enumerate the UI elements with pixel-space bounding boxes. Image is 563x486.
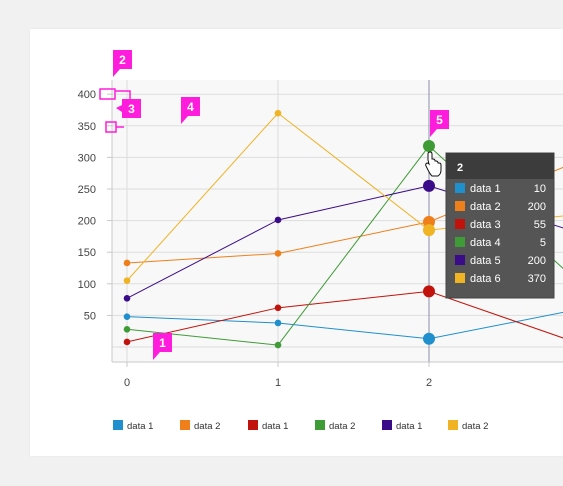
y-tick-label: 350	[78, 121, 96, 133]
legend-item[interactable]: data 2	[448, 420, 488, 432]
tooltip-row-label: data 2	[470, 201, 501, 213]
data-point-data-5[interactable]	[423, 179, 435, 192]
tooltip-swatch	[455, 183, 465, 193]
data-point-data-3[interactable]	[274, 304, 282, 312]
legend-item[interactable]: data 2	[315, 420, 355, 432]
data-point-data-3[interactable]	[423, 285, 435, 298]
marker-label: 1	[159, 336, 166, 350]
y-tick-label: 400	[78, 89, 96, 101]
data-point-data-4[interactable]	[274, 341, 282, 349]
data-point-data-2[interactable]	[123, 259, 131, 267]
legend-label: data 1	[396, 421, 422, 432]
marker-label: 5	[436, 113, 443, 127]
tooltip-row-label: data 1	[470, 183, 501, 195]
tooltip-row-value: 200	[528, 201, 546, 213]
y-tick-label: 300	[78, 152, 96, 164]
data-point-data-1[interactable]	[423, 332, 435, 345]
tooltip: 2 data 1 10 data 2 200 data 3 55 data 4 5 data 5 2…	[445, 152, 555, 299]
legend-item[interactable]: data 1	[248, 420, 288, 432]
data-point-data-6[interactable]	[274, 109, 282, 117]
y-tick-label: 150	[78, 247, 96, 259]
tooltip-swatch	[455, 219, 465, 229]
legend-label: data 1	[262, 421, 288, 432]
legend-item[interactable]: data 1	[113, 420, 153, 432]
tooltip-swatch	[455, 237, 465, 247]
marker-pointer	[113, 69, 120, 77]
tooltip-row-value: 10	[534, 183, 546, 195]
legend-label: data 2	[462, 421, 488, 432]
annotation-marker-2: 2	[113, 50, 132, 77]
legend-swatch	[448, 420, 458, 430]
legend-label: data 2	[329, 421, 355, 432]
y-tick-label: 250	[78, 184, 96, 196]
data-point-data-5[interactable]	[123, 295, 131, 302]
y-tick-label: 100	[78, 279, 96, 291]
tooltip-row-label: data 4	[470, 237, 501, 249]
legend-swatch	[180, 420, 190, 430]
data-point-data-4[interactable]	[123, 326, 131, 333]
data-point-data-1[interactable]	[274, 319, 282, 327]
data-point-data-6[interactable]	[123, 277, 131, 284]
y-tick-label: 200	[78, 216, 96, 228]
legend-swatch	[113, 420, 123, 430]
marker-label: 3	[128, 102, 135, 116]
data-point-data-2[interactable]	[274, 250, 282, 257]
legend-label: data 2	[194, 421, 220, 432]
tooltip-title: 2	[457, 162, 463, 174]
data-point-data-6[interactable]	[423, 224, 435, 237]
tooltip-swatch	[455, 273, 465, 283]
y-tick-label: 50	[84, 310, 96, 322]
tooltip-row-value: 55	[534, 219, 546, 231]
legend-swatch	[315, 420, 325, 430]
x-tick-label: 2	[426, 377, 432, 389]
line-chart: 501001502002503003504000 1 2 data 1 data 2d…	[78, 50, 563, 432]
legend-label: data 1	[127, 421, 153, 432]
data-point-data-5[interactable]	[274, 216, 282, 224]
data-point-data-3[interactable]	[123, 338, 131, 346]
legend-swatch	[248, 420, 258, 430]
tooltip-row-label: data 3	[470, 219, 501, 231]
legend-item[interactable]: data 1	[382, 420, 422, 432]
tooltip-row-label: data 6	[470, 273, 501, 285]
x-tick-label: 1	[275, 377, 281, 389]
tooltip-row-value: 370	[528, 273, 546, 285]
legend-swatch	[382, 420, 392, 430]
tooltip-swatch	[455, 201, 465, 211]
legend: data 1 data 2 data 1 data 2 data 1 data 2	[113, 420, 488, 432]
tooltip-swatch	[455, 255, 465, 265]
data-point-data-1[interactable]	[123, 313, 131, 320]
tooltip-row-value: 5	[540, 237, 546, 249]
data-point-data-4[interactable]	[423, 140, 435, 153]
marker-label: 2	[119, 53, 126, 67]
tooltip-row-value: 200	[528, 255, 546, 267]
marker-label: 4	[187, 100, 194, 114]
legend-item[interactable]: data 2	[180, 420, 220, 432]
tooltip-row-label: data 5	[470, 255, 501, 267]
x-tick-label: 0	[124, 377, 130, 389]
